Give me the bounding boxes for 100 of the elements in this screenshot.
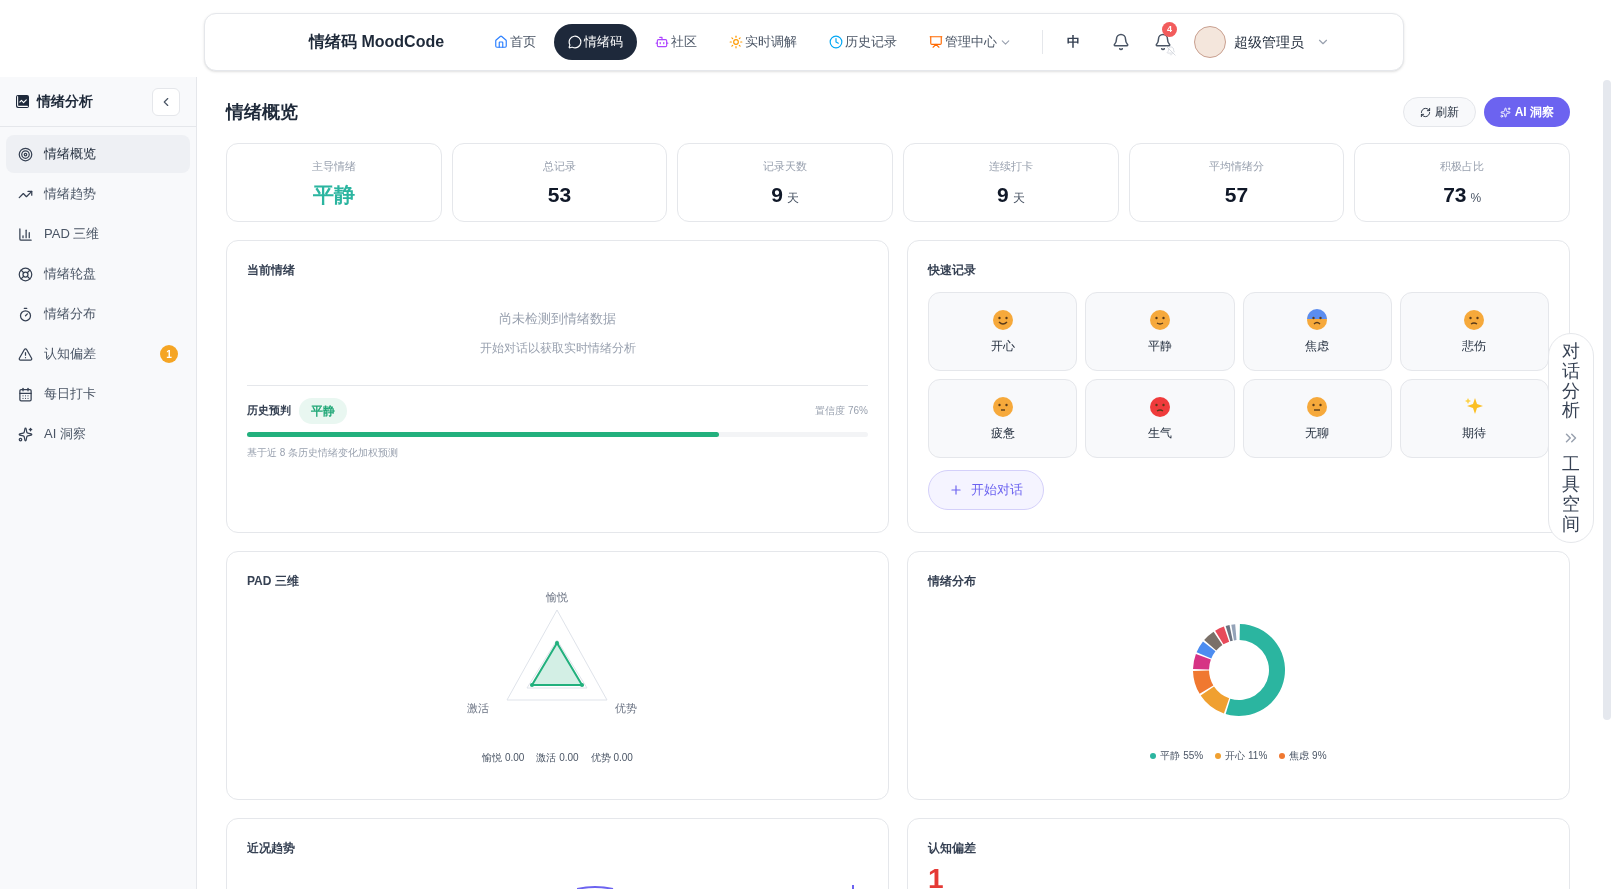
card-title: 当前情绪: [247, 262, 296, 279]
scrollbar[interactable]: [1603, 80, 1611, 720]
refresh-button[interactable]: 刷新: [1402, 97, 1476, 127]
axis-label: 愉悦: [545, 592, 568, 603]
prediction-label: 历史预判: [247, 403, 291, 419]
sidebar-item[interactable]: 情绪概览: [6, 135, 190, 173]
empty-state-hint: 开始对话以获取实时情绪分析: [479, 339, 636, 357]
stat-label: 积极占比: [1440, 159, 1485, 174]
neutral-face-icon: [1306, 395, 1329, 418]
mood-button[interactable]: 疲惫: [928, 379, 1078, 458]
stat-unit: 天: [787, 189, 799, 207]
card-title: 情绪分布: [928, 573, 976, 590]
prediction-note: 基于近 8 条历史情绪变化加权预测: [247, 445, 400, 460]
stat-value: 9: [771, 181, 783, 208]
sidebar-item[interactable]: 认知偏差 1: [6, 335, 190, 373]
stat-label: 总记录: [543, 159, 576, 174]
chat-icon: [568, 35, 583, 49]
axis-label: 激活: [466, 701, 489, 716]
empty-state-title: 尚未检测到情绪数据: [499, 310, 616, 328]
confidence-text: 置信度 76%: [815, 404, 868, 418]
dock-tab[interactable]: 对话分析: [1562, 342, 1580, 422]
card-title: 近况趋势: [247, 840, 296, 857]
dock-tab[interactable]: 工具空间: [1562, 455, 1580, 535]
card-title: PAD 三维: [247, 573, 299, 590]
sparkle-icon: [18, 426, 33, 442]
warning-icon: [18, 346, 33, 362]
angry-face-icon: [1148, 395, 1171, 418]
refresh-icon: [1419, 106, 1431, 118]
nav-tab[interactable]: 情绪码: [554, 24, 638, 60]
mood-button[interactable]: 平静: [1085, 292, 1235, 371]
bell-icon[interactable]: [1112, 33, 1131, 51]
legend-label: 开心 11%: [1225, 749, 1268, 763]
sidebar-item[interactable]: 情绪轮盘: [6, 255, 190, 293]
card-title: 快速记录: [928, 262, 977, 279]
stat-label: 平均情绪分: [1209, 159, 1264, 174]
count-badge: 1: [160, 345, 178, 363]
sidebar-item[interactable]: 情绪趋势: [6, 175, 190, 213]
stat-value: 9: [997, 181, 1009, 208]
stat-value: 57: [1224, 181, 1249, 208]
plus-icon: [949, 483, 963, 497]
pad-reading: 优势 0.00: [590, 751, 633, 765]
nav-tab[interactable]: 社区: [641, 24, 712, 60]
card-title: 认知偏差: [928, 840, 977, 857]
home-icon: [494, 35, 509, 49]
sidebar-item[interactable]: PAD 三维: [6, 215, 190, 253]
ai-insight-button[interactable]: AI 洞察: [1483, 97, 1570, 127]
stat-label: 主导情绪: [311, 159, 356, 174]
mood-button[interactable]: 悲伤: [1399, 292, 1549, 371]
stat-label: 记录天数: [763, 159, 808, 174]
anxious-face-icon: [1306, 308, 1329, 331]
legend-label: 平静 55%: [1160, 749, 1204, 763]
mood-button[interactable]: 期待: [1399, 379, 1549, 458]
pad-reading: 愉悦 0.00: [482, 751, 525, 765]
page-title: 情绪概览: [226, 100, 299, 124]
timer-icon: [18, 306, 33, 322]
nav-tab[interactable]: 历史记录: [815, 24, 912, 60]
mood-button[interactable]: 无聊: [1242, 379, 1392, 458]
target-icon: [18, 146, 33, 162]
wheel-icon: [18, 266, 33, 282]
sun-icon: [729, 35, 744, 49]
sparkle-icon: [1499, 106, 1511, 118]
sidebar-title: 情绪分析: [37, 92, 94, 111]
start-chat-button[interactable]: 开始对话: [928, 470, 1044, 510]
calendar-icon: [18, 386, 33, 402]
avatar[interactable]: [1194, 26, 1227, 58]
axis-label: 优势: [614, 701, 637, 716]
brand-name: 情绪码 MoodCode: [309, 32, 445, 52]
presentation-icon: [929, 35, 944, 49]
prediction-tag: 平静: [299, 397, 347, 424]
mood-button[interactable]: 生气: [1085, 379, 1235, 458]
mood-button[interactable]: 焦虑: [1242, 292, 1392, 371]
sidebar-item[interactable]: AI 洞察: [6, 415, 190, 453]
bias-count: 1: [928, 865, 945, 889]
legend-label: 焦虑 9%: [1289, 749, 1327, 763]
stat-value: 53: [547, 181, 572, 208]
clock-icon: [829, 35, 844, 49]
nav-tab[interactable]: 首页: [480, 24, 551, 60]
sidebar-item[interactable]: 情绪分布: [6, 295, 190, 333]
language-button[interactable]: 中: [1059, 32, 1089, 52]
stat-unit: 天: [1012, 189, 1025, 207]
nav-tab[interactable]: 管理中心: [915, 24, 1027, 60]
sidebar-item[interactable]: 每日打卡: [6, 375, 190, 413]
smiling-face-icon: [991, 308, 1014, 331]
relieved-face-icon: [1148, 308, 1171, 331]
nav-tab[interactable]: 实时调解: [715, 24, 812, 60]
collapse-button[interactable]: [152, 87, 180, 116]
pad-reading: 激活 0.00: [536, 751, 579, 765]
sleepy-face-icon: [991, 395, 1014, 418]
stat-label: 连续打卡: [988, 159, 1033, 174]
stat-value: 平静: [312, 181, 355, 208]
chart-icon: [16, 95, 29, 108]
robot-icon: [655, 35, 670, 49]
notification-bell-icon[interactable]: [1154, 33, 1173, 51]
mood-button[interactable]: 开心: [928, 292, 1078, 371]
notification-badge: 4: [1162, 22, 1178, 37]
stat-value: 73: [1443, 181, 1467, 208]
bar-chart-icon: [18, 226, 33, 242]
stat-unit: %: [1470, 189, 1482, 207]
user-name[interactable]: 超级管理员: [1234, 31, 1305, 53]
sad-face-icon: [1463, 308, 1486, 331]
